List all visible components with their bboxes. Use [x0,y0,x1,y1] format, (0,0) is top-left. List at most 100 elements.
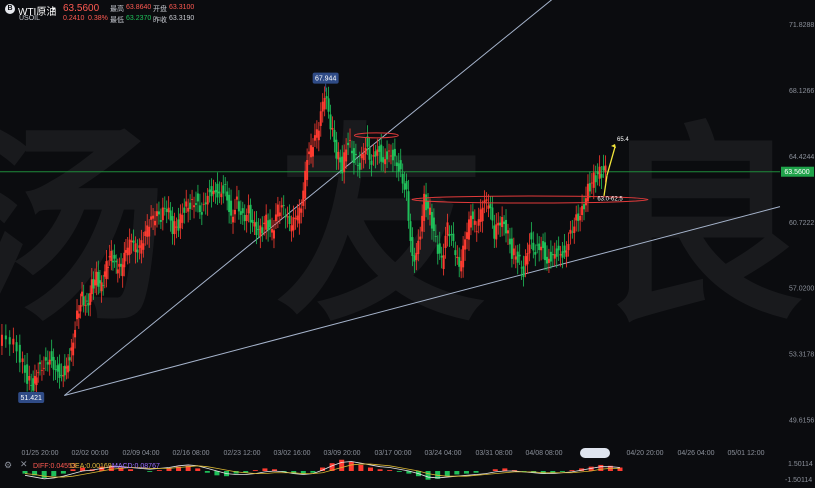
candle-body [434,236,437,237]
candle-body [107,267,110,268]
x-tick-label: 04/08 08:00 [526,450,563,457]
candle-body [350,150,353,154]
candle-body [430,211,433,229]
candle-body [499,222,502,226]
price-chart[interactable]: 汤 友 良 71.8288 68.1266 64.4244 60.7222 57.0200… [0,0,815,488]
candle-body [534,251,537,255]
candle-body [448,234,451,237]
candle-body [274,214,277,222]
candle-body [235,196,238,200]
candle-body [18,344,21,363]
candle-body [573,226,576,234]
candle-body [319,111,322,126]
candle-body [70,347,73,351]
x-tick-label: 01/25 20:00 [22,450,59,457]
candle-body [538,243,541,251]
candle-body [584,198,587,206]
low-label: 最低 [110,17,124,24]
candle-body [79,305,82,312]
candle-body [409,221,412,241]
candle-body [40,369,43,371]
candle-body [142,243,145,250]
watermark: 汤 友 良 [0,103,815,350]
chevron-down-icon[interactable]: ▾ [52,5,56,13]
candle-body [544,242,547,261]
candle-body [241,208,244,214]
candle-body [526,252,529,265]
candle-body [444,235,447,248]
candle-body [72,342,75,356]
candle-body [175,226,178,228]
macd-bottom-value: -1.50114 [785,477,812,484]
candle-body [475,231,478,233]
y-tick-label: 68.1266 [789,88,814,95]
candle-body [391,149,394,161]
candle-body [331,127,334,130]
candle-body [590,182,593,184]
candle-body [48,359,51,365]
candle-body [255,221,258,236]
macd-bar [310,471,316,473]
candle-body [259,225,262,237]
close-icon[interactable]: ✕ [20,459,28,470]
price-change-pct: 0.38% [88,15,108,22]
candle-body [169,210,172,221]
candle-body [456,256,459,259]
candle-body [44,357,47,361]
candle-body [567,243,570,251]
candle-body [592,172,595,188]
candle-body [477,219,480,226]
candle-body [42,367,45,369]
candle-body [555,248,558,257]
candle-body [493,225,496,239]
candle-body [280,205,283,208]
x-tick-label: 03/17 00:00 [375,450,412,457]
candle-body [21,358,24,362]
candle-body [333,129,336,143]
candle-body [310,145,313,158]
candle-body [588,183,591,192]
open-label: 开盘 [153,6,167,13]
candle-body [189,202,192,209]
macd-bar [387,470,393,471]
candle-body [306,160,309,180]
candle-body [140,240,143,254]
candle-body [123,252,126,268]
candle-body [467,219,470,240]
candle-body [505,219,508,234]
candle-body [202,203,205,205]
candle-body [323,97,326,110]
y-tick-label: 57.0200 [789,286,814,293]
macd-bar [339,459,345,471]
candle-body [491,207,494,221]
candle-body [327,98,330,112]
candle-body [311,147,314,157]
candle-body [290,225,293,232]
candle-body [356,165,359,166]
candle-body [30,385,33,386]
candle-body [349,139,352,141]
candle-body [388,150,391,152]
gear-icon[interactable]: ⚙ [4,460,14,470]
y-tick-label: 71.8288 [789,22,814,29]
candle-body [204,202,207,205]
candle-body [46,362,49,365]
candle-body [132,240,135,243]
macd-macd-label: MACD:0.08767 [112,463,160,470]
candle-body [23,365,26,373]
candle-body [74,329,77,338]
macd-bar [195,468,201,471]
candle-body [292,217,295,231]
candle-body [128,239,131,255]
macd-bar [204,471,210,473]
candle-body [339,157,342,163]
candle-body [602,166,605,171]
candle-body [37,372,40,374]
candle-body [278,212,281,217]
candle-body [372,155,375,157]
y-tick-label: 53.3178 [789,352,814,359]
macd-bar [396,471,402,472]
candle-body [163,207,166,209]
target-label: 65.4 [617,137,629,143]
macd-bar [377,469,383,471]
